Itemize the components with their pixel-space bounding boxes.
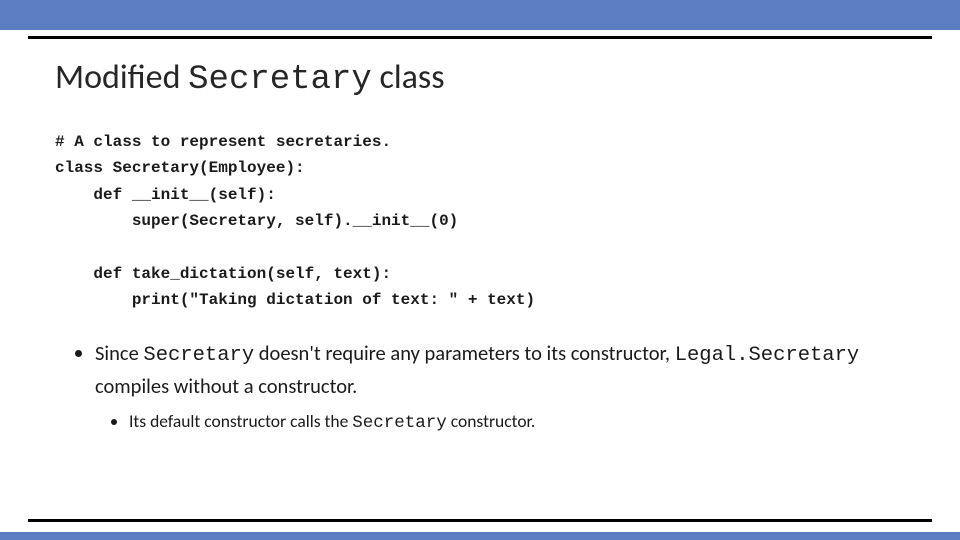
b1-t1: Since [95,340,143,366]
b2-t1: Its default constructor calls the [129,410,352,432]
b1-m1: Secretary [143,344,254,367]
slide-content: Modified Secretary class # A class to re… [0,39,960,436]
code-line-6: def take_dictation(self, text): [55,265,391,283]
slide-accent-bottom [0,532,960,540]
b1-t3: compiles without a constructor. [95,373,357,399]
code-line-3: def __init__(self): [55,186,276,204]
code-line-2: class Secretary(Employee): [55,159,305,177]
title-text-pre: Modified [55,57,188,98]
bullet-item-2: Its default constructor calls the Secret… [129,408,905,436]
code-line-1: # A class to represent secretaries. [55,133,391,151]
code-line-4: super(Secretary, self).__init__(0) [55,212,458,230]
slide-accent-top [0,0,960,30]
title-text-post: class [372,57,445,98]
b1-m2: Legal.Secretary [675,344,860,367]
bullet-list: Since Secretary doesn't require any para… [55,338,905,437]
sub-bullet-list: Its default constructor calls the Secret… [95,408,905,436]
code-block: # A class to represent secretaries. clas… [55,129,905,314]
title-text-mono: Secretary [188,61,372,99]
code-line-7: print("Taking dictation of text: " + tex… [55,291,535,309]
slide-title: Modified Secretary class [55,57,905,99]
bullet-item-1: Since Secretary doesn't require any para… [95,338,905,437]
b2-t2: constructor. [447,410,536,432]
bottom-divider [28,519,932,522]
b2-m1: Secretary [352,413,447,433]
b1-t2: doesn't require any parameters to its co… [254,340,675,366]
